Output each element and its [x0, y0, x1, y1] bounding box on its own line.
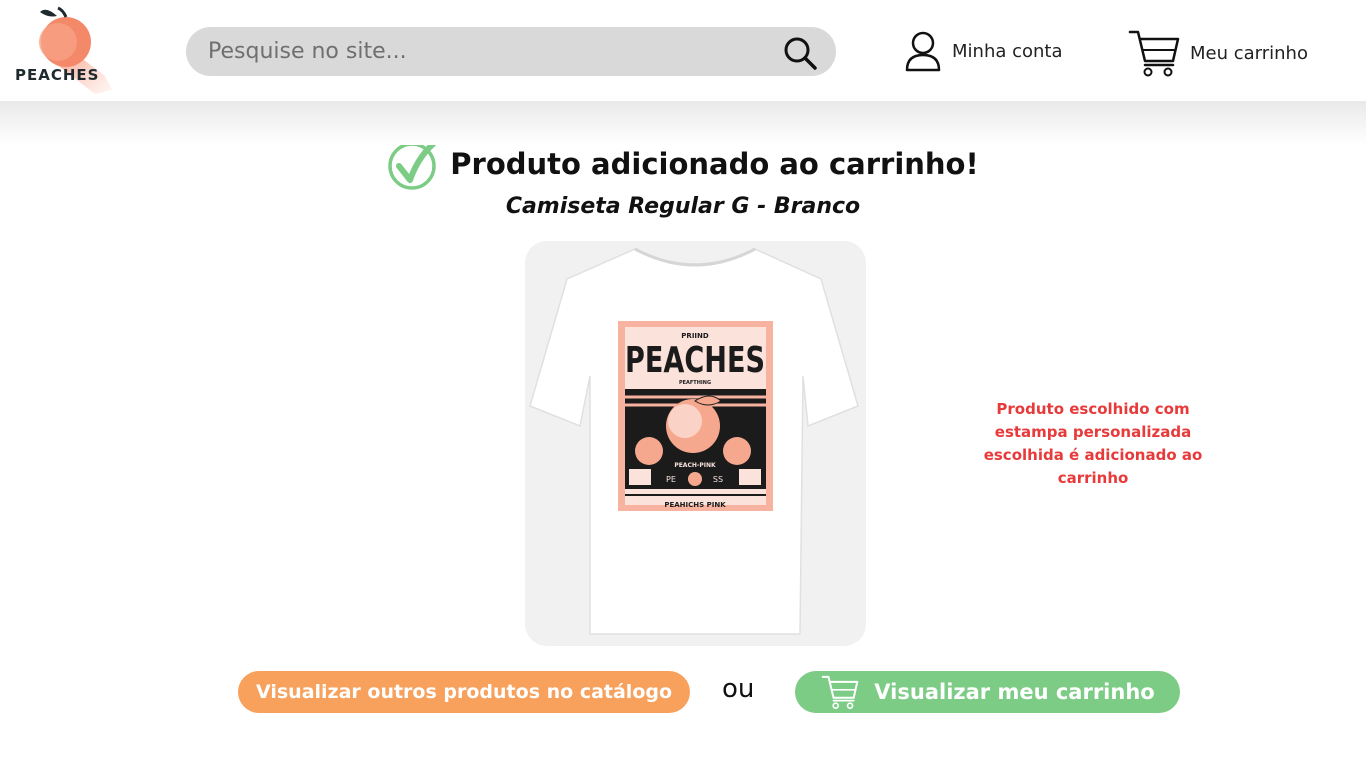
tshirt-image: PRIIND PEACHES PEAFTHING PEACH-PINK PE S…: [529, 247, 859, 635]
print-text-3: PEAFTHING: [679, 380, 711, 386]
print-text-6: SS: [713, 475, 723, 484]
print-text-7: PEAHICHS PINK: [664, 501, 726, 509]
header-shadow: [0, 101, 1366, 145]
search-bar: [186, 27, 836, 76]
cart-label: Meu carrinho: [1190, 42, 1308, 64]
view-catalog-button[interactable]: Visualizar outros produtos no catálogo: [238, 671, 690, 713]
print-text-1: PRIIND: [681, 332, 709, 340]
account-link[interactable]: Minha conta: [904, 29, 1063, 73]
cart-button-icon: [822, 675, 859, 709]
view-cart-label: Visualizar meu carrinho: [874, 680, 1155, 704]
user-icon: [905, 31, 941, 72]
logo-text: PEACHES: [15, 66, 100, 84]
site-header: PEACHES Minha conta Meu carrinho: [0, 0, 1366, 101]
logo[interactable]: PEACHES: [10, 4, 122, 98]
cart-link[interactable]: Meu carrinho: [1128, 28, 1308, 78]
search-input[interactable]: [208, 35, 768, 67]
view-cart-button[interactable]: Visualizar meu carrinho: [795, 671, 1180, 713]
product-image-card: PRIIND PEACHES PEAFTHING PEACH-PINK PE S…: [525, 241, 866, 646]
print-text-2: PEACHES: [625, 340, 765, 381]
customization-note: Produto escolhido com estampa personaliz…: [983, 400, 1203, 487]
or-separator: ou: [722, 674, 755, 704]
print-text-4: PEACH-PINK: [674, 462, 716, 469]
product-name: Camiseta Regular G - Branco: [505, 194, 861, 219]
search-icon[interactable]: [782, 35, 818, 71]
print-text-5: PE: [666, 475, 676, 484]
cart-icon: [1128, 30, 1180, 77]
account-label: Minha conta: [952, 40, 1063, 62]
view-catalog-label: Visualizar outros produtos no catálogo: [255, 681, 673, 703]
confirmation-title: Produto adicionado ao carrinho!: [450, 147, 979, 181]
